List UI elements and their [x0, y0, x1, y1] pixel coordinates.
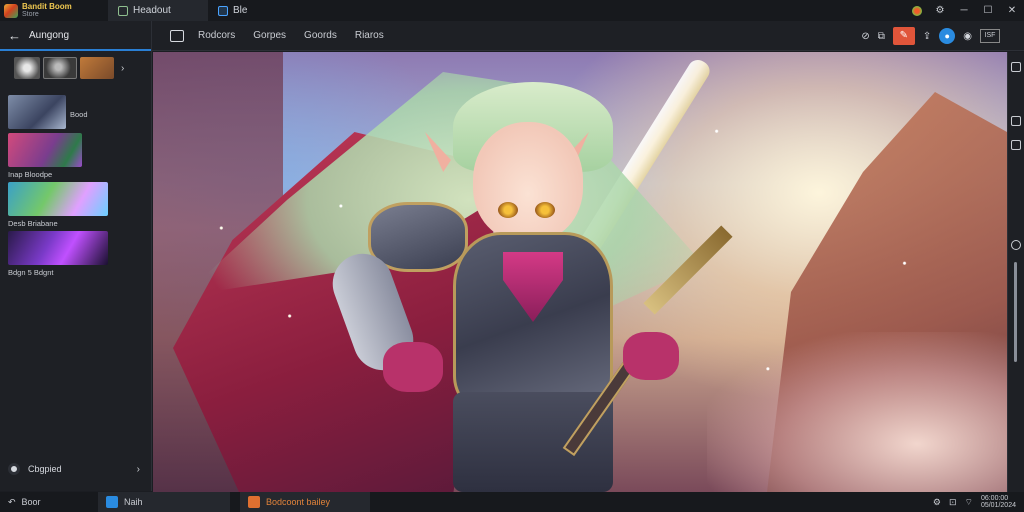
toolbar-actions: ⊘ ⧉ ✎ ⇪ ● ◉ ISF [861, 21, 1000, 51]
sidebar-header[interactable]: ← Aungong [0, 21, 151, 51]
menu-item[interactable]: Riaros [355, 30, 384, 41]
user-icon[interactable]: ● [939, 28, 956, 44]
sparkle-effects [153, 52, 1007, 492]
brand-subtitle: Store [22, 10, 39, 18]
image-canvas[interactable] [153, 52, 1007, 492]
title-bar: Bandit Boom Store Headout Ble ⚙ ─ ☐ ✕ [0, 0, 1024, 21]
system-tray: ⚙ ⊡ ⌔ 06:00:00 05/01/2024 [933, 492, 1016, 512]
brand-text: Bandit Boom Store [22, 1, 72, 19]
settings-icon[interactable]: ⚙ [933, 497, 941, 508]
image-icon [118, 5, 128, 16]
link-icon[interactable]: ⊘ [861, 31, 869, 42]
info-icon[interactable]: ◉ [963, 31, 972, 42]
brush-icon[interactable]: ✎ [892, 27, 915, 45]
browser-icon [218, 5, 228, 16]
asset-thumbnail[interactable] [8, 182, 108, 216]
thumbnail[interactable] [43, 57, 77, 79]
wifi-icon[interactable]: ⌔ [964, 497, 972, 508]
app-icon [248, 496, 260, 508]
menu-item[interactable]: Rodcors [198, 30, 235, 41]
square-icon[interactable] [1011, 62, 1021, 72]
format-badge[interactable]: ISF [980, 29, 1000, 43]
clock[interactable]: 06:00:00 05/01/2024 [981, 495, 1016, 509]
right-tool-strip [1007, 52, 1024, 492]
asset-caption: Bdgn 5 Bdgnt [8, 268, 54, 277]
tab-headout[interactable]: Headout [108, 0, 208, 21]
toolbar: Rodcors Gorpes Goords Riaros ⊘ ⧉ ✎ ⇪ ● ◉… [152, 21, 1024, 51]
tab-label: Headout [133, 5, 171, 16]
status-icon[interactable] [912, 5, 922, 16]
circle-icon[interactable] [1011, 240, 1021, 250]
frame-icon[interactable] [170, 29, 184, 42]
back-label: Boor [21, 497, 41, 507]
panel-icon[interactable] [1011, 140, 1021, 150]
frame-icon[interactable] [1011, 116, 1021, 126]
app-brand: Bandit Boom Store [0, 0, 108, 21]
asset-caption: Desb Briabane [8, 219, 58, 228]
app-window: Bandit Boom Store Headout Ble ⚙ ─ ☐ ✕ ← … [0, 0, 1024, 512]
maximize-icon[interactable]: ☐ [976, 5, 1000, 16]
taskbar-label: Naih [124, 497, 143, 507]
taskbar-item-main[interactable]: Naih [98, 492, 230, 512]
share-icon[interactable]: ⇪ [923, 31, 931, 42]
asset-card[interactable]: Bdgn 5 Bdgnt [8, 231, 151, 278]
app-logo-icon [4, 3, 18, 18]
menu-item[interactable]: Gorpes [253, 30, 286, 41]
record-icon [8, 463, 20, 475]
footer-label: Cbgpied [28, 464, 62, 474]
close-icon[interactable]: ✕ [1000, 5, 1024, 16]
sidebar-title: Aungong [29, 29, 70, 41]
gear-icon[interactable]: ⚙ [928, 5, 952, 16]
sidebar: ← Aungong › Bood Inap Bloodpe Desb Briab… [0, 21, 152, 491]
thumbnail[interactable] [14, 57, 40, 79]
minimize-icon[interactable]: ─ [952, 5, 976, 16]
thumbnail-strip: › [0, 51, 151, 85]
clock-time: 06:00:00 [980, 495, 1009, 502]
brand-name: Bandit Boom [22, 1, 72, 11]
asset-thumbnail[interactable] [8, 133, 82, 167]
taskbar-item-project[interactable]: Bodcoont bailey [240, 492, 370, 512]
asset-card[interactable]: Inap Bloodpe [8, 133, 151, 180]
asset-caption: Inap Bloodpe [8, 170, 53, 179]
asset-card[interactable]: Bood [8, 95, 151, 129]
asset-thumbnail[interactable] [8, 231, 108, 265]
asset-card[interactable]: Desb Briabane [8, 182, 151, 229]
undo-icon: ↶ [8, 496, 16, 507]
sidebar-footer[interactable]: Cbgpied › [0, 459, 152, 479]
taskbar: ↶ Boor Naih Bodcoont bailey ⚙ ⊡ ⌔ 06:00:… [0, 492, 1024, 512]
scrollbar[interactable] [1014, 262, 1017, 362]
back-arrow-icon[interactable]: ← [8, 28, 21, 43]
copy-icon[interactable]: ⧉ [878, 31, 885, 42]
menu-item[interactable]: Goords [304, 30, 337, 41]
clock-date: 05/01/2024 [980, 502, 1016, 509]
tab-label: Ble [233, 5, 248, 16]
thumbnail[interactable] [80, 57, 114, 79]
app-icon [106, 496, 118, 508]
asset-caption: Bood [70, 110, 88, 119]
back-button[interactable]: ↶ Boor [0, 492, 98, 512]
chevron-right-icon[interactable]: › [121, 63, 124, 74]
tab-ble[interactable]: Ble [208, 0, 257, 21]
chevron-right-icon[interactable]: › [137, 464, 140, 475]
taskbar-label: Bodcoont bailey [266, 497, 331, 507]
asset-thumbnail[interactable] [8, 95, 66, 129]
lock-icon[interactable]: ⊡ [949, 497, 957, 508]
window-controls: ⚙ ─ ☐ ✕ [912, 0, 1024, 21]
